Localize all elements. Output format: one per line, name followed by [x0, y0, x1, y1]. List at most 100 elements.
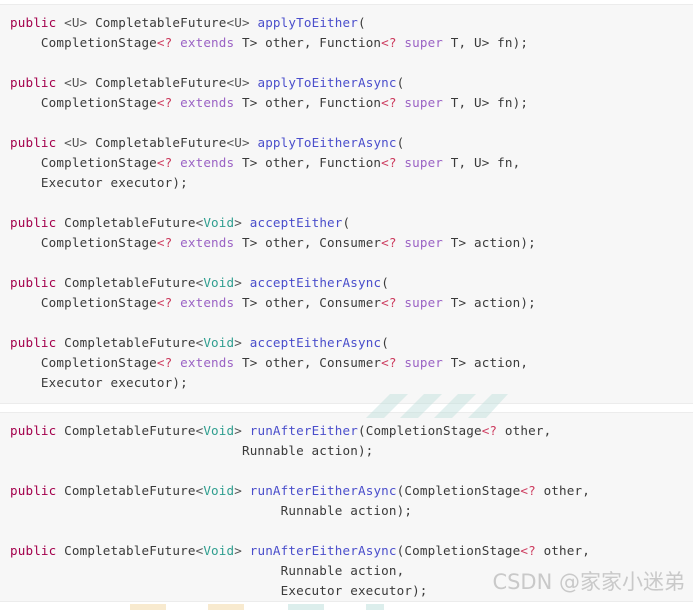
code-token: <U> [226, 135, 250, 150]
code-token: runAfterEitherAsync [249, 543, 397, 558]
code-token: Executor executor); [10, 583, 428, 598]
code-token: ( [396, 135, 405, 150]
code-token: Void [203, 215, 235, 230]
code-token: CompletionStage [10, 155, 157, 170]
code-token: extends [180, 295, 235, 310]
code-token: ( [342, 215, 351, 230]
code-token: <? [156, 355, 173, 370]
code-token: public [10, 135, 57, 150]
code-token: <? [156, 235, 173, 250]
code-token: CompletableFuture [95, 135, 227, 150]
code-token: applyToEitherAsync [257, 75, 397, 90]
code-line: Runnable action); [0, 501, 693, 521]
code-token: <? [156, 295, 173, 310]
code-token: Runnable action, [10, 563, 405, 578]
code-token: Executor executor); [10, 375, 188, 390]
code-token: > [234, 543, 242, 558]
code-token: acceptEitherAsync [249, 335, 382, 350]
code-token: Executor executor); [10, 175, 188, 190]
code-block-runAfterEither: public CompletableFuture<Void> runAfterE… [0, 412, 693, 602]
code-line: public <U> CompletableFuture<U> applyToE… [0, 13, 693, 33]
code-token: super [404, 35, 444, 50]
watermark-chip [130, 604, 166, 610]
code-token: (CompletionStage [396, 483, 521, 498]
code-token: CompletionStage [10, 35, 157, 50]
code-block-applyToEither-acceptEither: public <U> CompletableFuture<U> applyToE… [0, 4, 693, 404]
code-token: CompletionStage [10, 295, 157, 310]
code-token: Void [203, 275, 235, 290]
code-token: extends [180, 35, 235, 50]
code-line: public <U> CompletableFuture<U> applyToE… [0, 133, 693, 153]
code-line: CompletionStage<? extends T> other, Cons… [0, 353, 693, 373]
code-token: <? [381, 235, 397, 250]
code-line: CompletionStage<? extends T> other, Func… [0, 33, 693, 53]
code-token: applyToEither [257, 15, 358, 30]
code-body[interactable]: public <U> CompletableFuture<U> applyToE… [0, 5, 693, 393]
code-body[interactable]: public CompletableFuture<Void> runAfterE… [0, 413, 693, 601]
screenshot-page: public <U> CompletableFuture<U> applyToE… [0, 0, 693, 610]
code-line: public CompletableFuture<Void> runAfterE… [0, 481, 693, 501]
code-token: <? [520, 543, 536, 558]
code-token: public [10, 335, 57, 350]
code-token: T> action); [443, 235, 536, 250]
code-token: > [234, 215, 242, 230]
code-token: Runnable action); [10, 443, 374, 458]
code-token: T> other, Consumer [234, 295, 382, 310]
code-token: T> action); [443, 295, 536, 310]
code-token: CompletableFuture [64, 335, 196, 350]
code-line: CompletionStage<? extends T> other, Cons… [0, 233, 693, 253]
code-token: super [404, 295, 444, 310]
code-token: T> action, [443, 355, 529, 370]
code-token: T, U> fn); [443, 95, 529, 110]
code-token: <? [481, 423, 498, 438]
code-token: T> other, Consumer [234, 235, 382, 250]
code-token: acceptEitherAsync [249, 275, 382, 290]
code-line: public CompletableFuture<Void> runAfterE… [0, 421, 693, 441]
code-token: T> other, Function [234, 155, 382, 170]
watermark-chip [366, 604, 384, 610]
watermark-chip [208, 604, 244, 610]
code-line: public CompletableFuture<Void> runAfterE… [0, 541, 693, 561]
code-token: extends [180, 235, 235, 250]
code-token: T> other, Function [234, 95, 382, 110]
code-token: ( [381, 275, 389, 290]
code-line: Runnable action); [0, 441, 693, 461]
code-token: public [10, 543, 57, 558]
code-token: <? [381, 155, 397, 170]
code-token: extends [180, 95, 235, 110]
code-token: T, U> fn); [443, 35, 529, 50]
code-line: public CompletableFuture<Void> acceptEit… [0, 273, 693, 293]
code-token: <U> [64, 75, 88, 90]
code-token: > [234, 423, 242, 438]
code-token: ( [396, 75, 405, 90]
code-token: public [10, 423, 57, 438]
code-token: > [234, 275, 242, 290]
code-token: Runnable action); [10, 503, 413, 518]
code-token: extends [180, 355, 235, 370]
code-token: > [234, 483, 242, 498]
code-token: runAfterEither [249, 423, 358, 438]
code-line: public CompletableFuture<Void> acceptEit… [0, 333, 693, 353]
code-token: CompletableFuture [64, 215, 196, 230]
watermark-color-chips [130, 604, 550, 610]
